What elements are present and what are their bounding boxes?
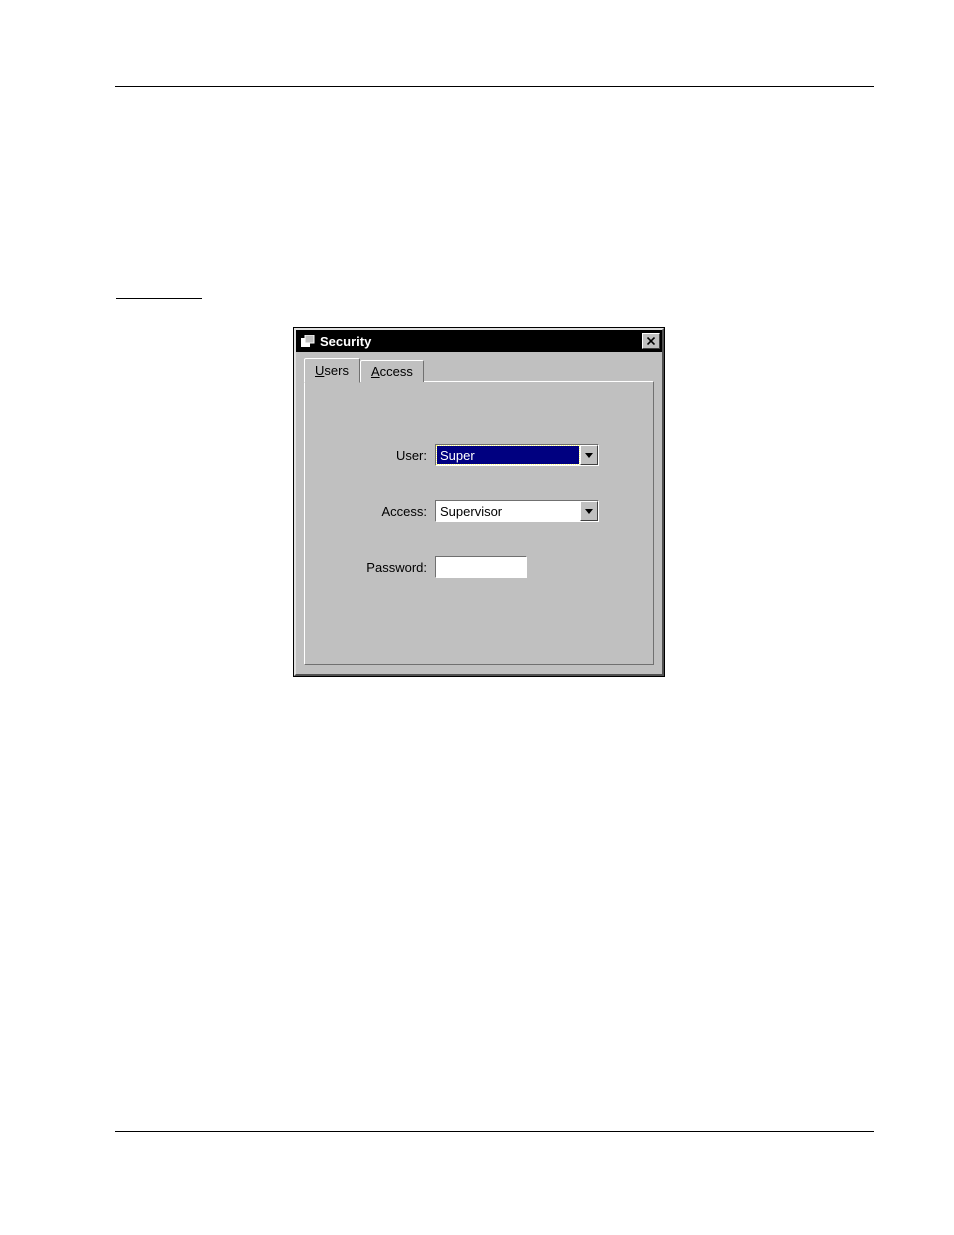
- password-input[interactable]: [435, 556, 527, 578]
- dialog-title: Security: [320, 334, 642, 349]
- chevron-down-icon: [585, 453, 593, 458]
- password-label: Password:: [355, 560, 427, 575]
- tab-access-accelerator: A: [371, 364, 380, 379]
- tab-access-rest: ccess: [380, 364, 413, 379]
- page-top-rule: [115, 86, 874, 87]
- tab-users[interactable]: Users: [304, 358, 360, 383]
- user-combobox-value: Super: [437, 446, 579, 464]
- user-combobox-button[interactable]: [580, 445, 598, 465]
- access-combobox[interactable]: Supervisor: [435, 500, 599, 522]
- user-label: User:: [355, 448, 427, 463]
- access-combobox-button[interactable]: [580, 501, 598, 521]
- app-icon: [300, 333, 316, 349]
- tab-users-rest: sers: [324, 363, 349, 378]
- dialog-client-area: Users Access User: Super Access: Supervi…: [296, 352, 662, 671]
- section-underline: [116, 298, 202, 299]
- dialog-titlebar[interactable]: Security: [296, 330, 662, 352]
- tab-access[interactable]: Access: [360, 360, 424, 382]
- security-dialog: Security Users Access User: Super: [294, 328, 664, 676]
- access-label: Access:: [355, 504, 427, 519]
- chevron-down-icon: [585, 509, 593, 514]
- close-icon: [647, 337, 655, 345]
- user-combobox[interactable]: Super: [435, 444, 599, 466]
- tab-panel-users: User: Super Access: Supervisor: [304, 381, 654, 665]
- tab-users-accelerator: U: [315, 363, 324, 378]
- close-button[interactable]: [642, 333, 660, 349]
- tab-strip: Users Access: [304, 358, 654, 382]
- access-combobox-value: Supervisor: [436, 501, 580, 521]
- page-bottom-rule: [115, 1131, 874, 1132]
